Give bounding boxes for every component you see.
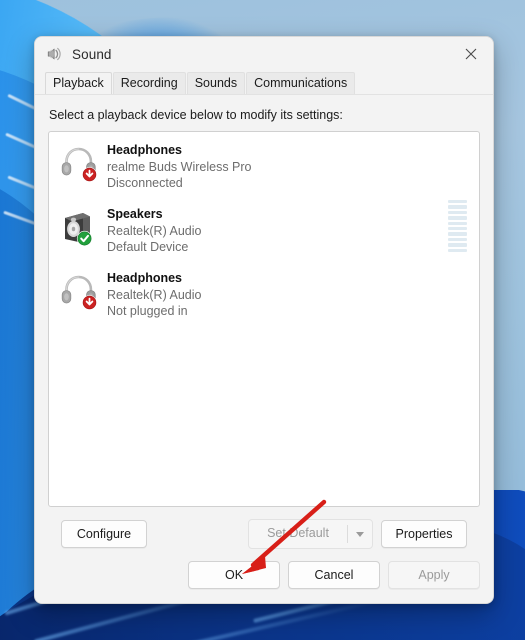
caret-glyph — [356, 531, 364, 537]
playback-device-list[interactable]: Headphones realme Buds Wireless Pro Disc… — [48, 131, 480, 507]
list-item[interactable]: Headphones realme Buds Wireless Pro Disc… — [49, 132, 479, 196]
device-driver: Realtek(R) Audio — [107, 224, 202, 238]
device-info: Headphones Realtek(R) Audio Not plugged … — [107, 268, 471, 319]
volume-meter-segment — [448, 237, 467, 242]
device-name: Speakers — [107, 207, 163, 221]
dialog-body: Select a playback device below to modify… — [35, 95, 493, 559]
close-icon[interactable] — [449, 38, 493, 71]
device-action-row: Configure Set Default Properties — [48, 507, 480, 559]
volume-meter-segment — [448, 221, 467, 225]
device-info: Speakers Realtek(R) Audio Default Device — [107, 204, 471, 255]
volume-meter-segment — [448, 243, 467, 247]
device-status: Disconnected — [107, 176, 183, 190]
headphones-icon — [59, 268, 99, 312]
list-item[interactable]: Headphones Realtek(R) Audio Not plugged … — [49, 260, 479, 324]
set-default-split-button[interactable]: Set Default — [248, 519, 373, 549]
cancel-button[interactable]: Cancel — [288, 561, 380, 589]
device-name: Headphones — [107, 271, 183, 285]
speaker-icon — [45, 45, 63, 63]
set-default-button: Set Default — [267, 526, 329, 540]
list-item[interactable]: Speakers Realtek(R) Audio Default Device — [49, 196, 479, 260]
tab-communications[interactable]: Communications — [246, 72, 356, 94]
volume-meter-segment — [448, 200, 467, 204]
tab-sounds[interactable]: Sounds — [186, 72, 246, 94]
properties-button[interactable]: Properties — [381, 520, 467, 548]
instruction-text: Select a playback device below to modify… — [49, 108, 343, 122]
ok-button[interactable]: OK — [188, 561, 280, 589]
volume-meter-segment — [448, 216, 467, 220]
sound-dialog-window: Sound Playback Recording Sounds Communic… — [34, 36, 494, 604]
tab-bar: Playback Recording Sounds Communications — [35, 71, 493, 95]
apply-button: Apply — [388, 561, 480, 589]
device-status: Not plugged in — [107, 304, 188, 318]
window-title: Sound — [72, 46, 112, 62]
device-driver: Realtek(R) Audio — [107, 288, 202, 302]
headphones-icon — [59, 140, 99, 184]
volume-meter-segment — [448, 205, 467, 209]
volume-meter-segment — [448, 232, 467, 236]
speaker-box-icon — [59, 204, 99, 248]
device-driver: realme Buds Wireless Pro — [107, 160, 252, 174]
title-bar[interactable]: Sound — [35, 37, 493, 71]
dialog-footer: OK Cancel Apply — [35, 559, 493, 603]
device-status: Default Device — [107, 240, 189, 254]
chevron-down-icon[interactable] — [348, 520, 372, 548]
configure-button[interactable]: Configure — [61, 520, 147, 548]
volume-meter-segment — [448, 210, 467, 215]
volume-meter-segment — [448, 248, 467, 252]
tab-recording[interactable]: Recording — [112, 72, 186, 94]
device-name: Headphones — [107, 143, 183, 157]
volume-meter-segment — [448, 226, 467, 231]
device-info: Headphones realme Buds Wireless Pro Disc… — [107, 140, 471, 191]
tab-playback[interactable]: Playback — [45, 72, 112, 94]
volume-level-meter — [448, 200, 467, 252]
